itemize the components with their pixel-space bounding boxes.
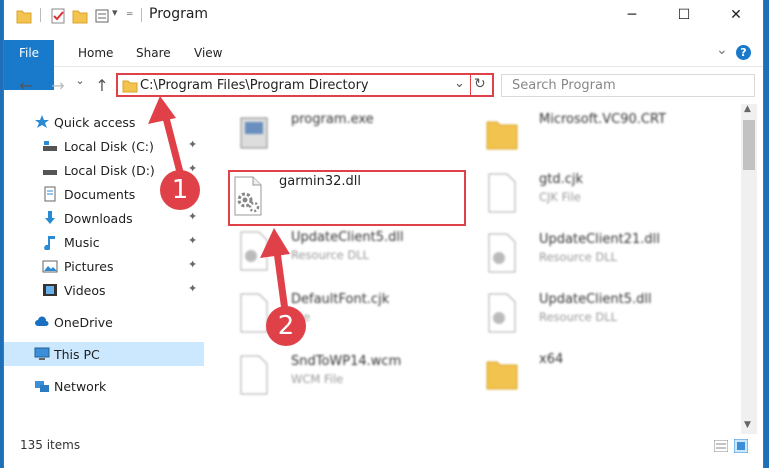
arrow-2-head (260, 228, 290, 258)
annotation-arrows (148, 96, 290, 322)
step-2-badge: 2 (266, 306, 306, 346)
arrow-1-head (148, 96, 176, 124)
step-1-badge: 1 (160, 170, 200, 210)
